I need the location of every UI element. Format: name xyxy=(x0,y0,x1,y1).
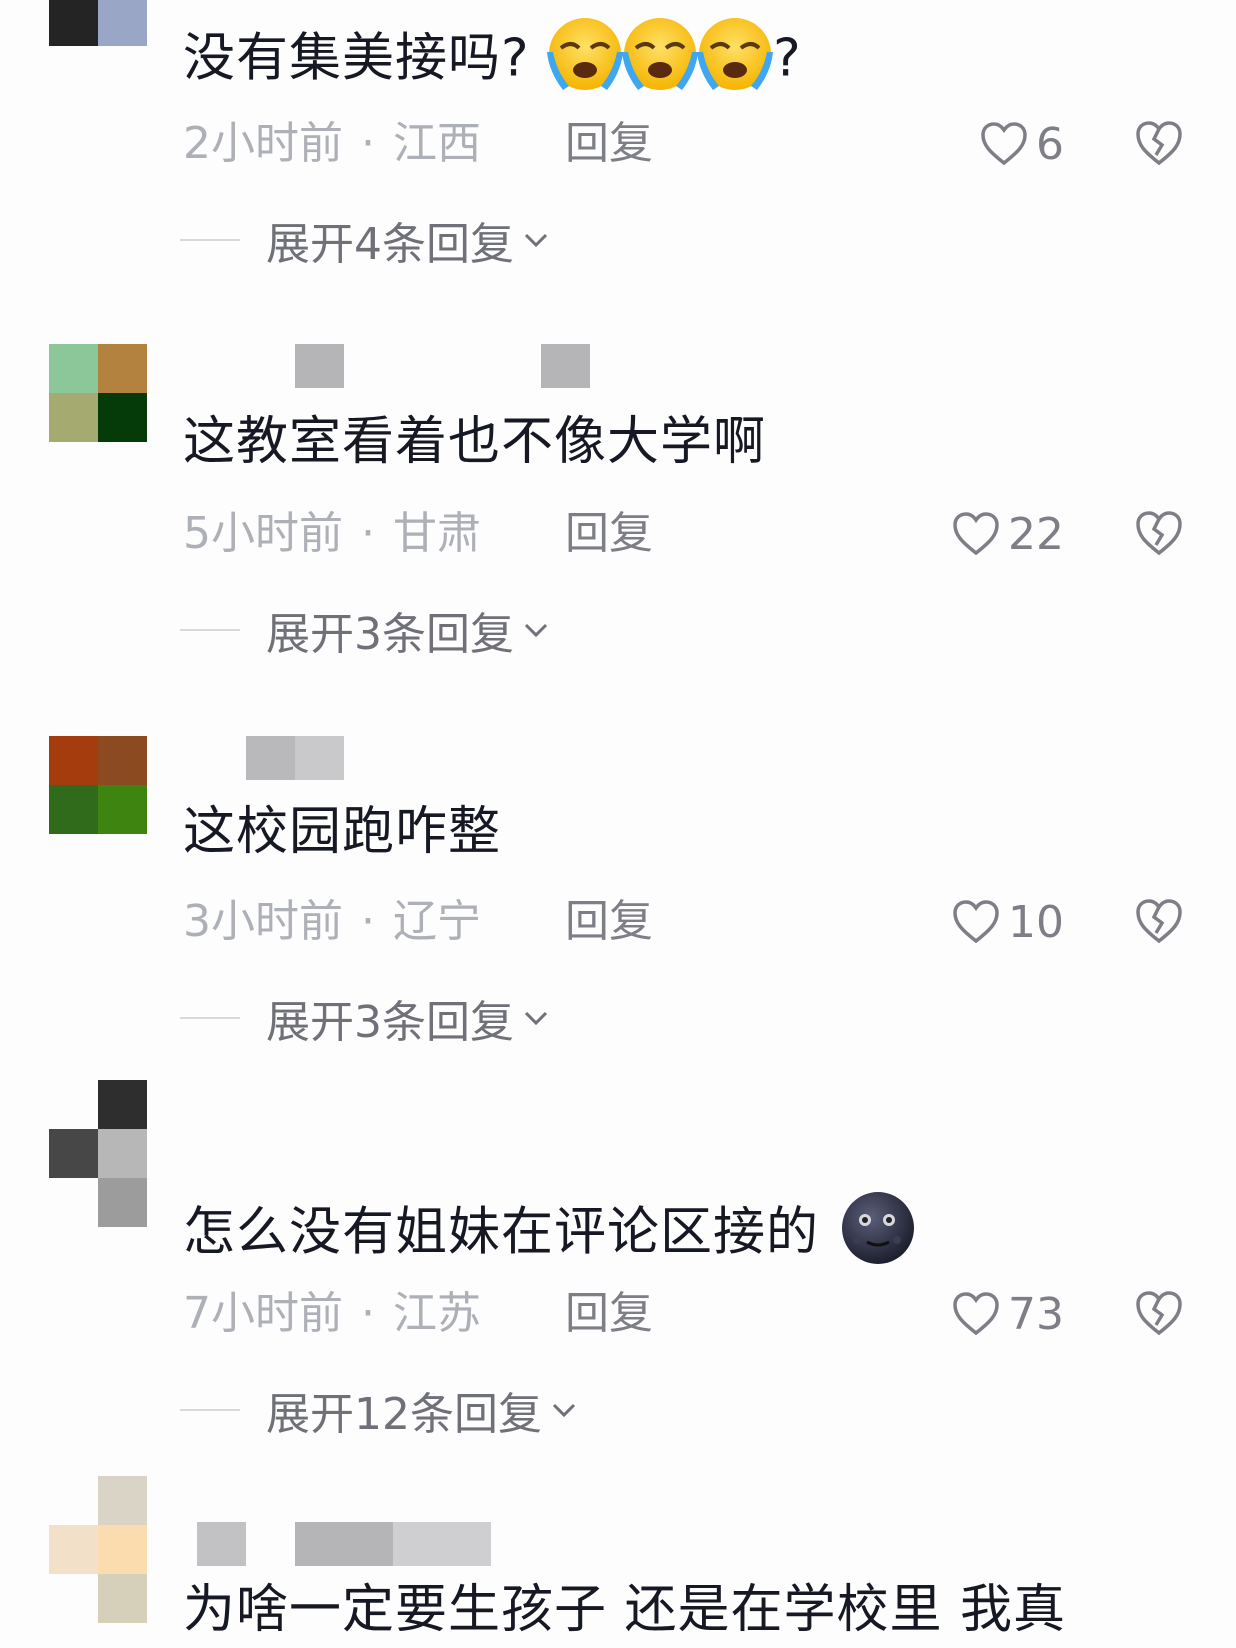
expand-replies-label: 展开4条回复 xyxy=(266,219,514,270)
comment-location: 甘肃 xyxy=(393,508,481,559)
comment-text: 这教室看着也不像大学啊 xyxy=(183,412,767,472)
expand-replies-button[interactable]: 展开3条回复 xyxy=(180,602,552,660)
broken-heart-icon xyxy=(1136,1291,1182,1336)
heart-icon xyxy=(953,1292,999,1336)
comment-meta: 3小时前 · 辽宁 xyxy=(183,896,481,947)
comment-text: 没有集美接吗? ? xyxy=(183,16,802,107)
comment-text: 怎么没有姐妹在评论区接的 xyxy=(183,1190,919,1281)
username[interactable] xyxy=(295,344,595,388)
comment-location: 江西 xyxy=(393,118,481,169)
username[interactable] xyxy=(197,1522,497,1566)
like-button[interactable]: 73 xyxy=(952,1286,1064,1342)
expand-replies-label: 展开3条回复 xyxy=(266,997,514,1048)
comment-time: 5小时前 xyxy=(183,508,343,559)
avatar[interactable] xyxy=(49,1080,147,1227)
avatar[interactable] xyxy=(49,0,147,46)
expand-replies-button[interactable]: 展开12条回复 xyxy=(180,1382,580,1440)
heart-icon xyxy=(981,122,1027,166)
like-button[interactable]: 6 xyxy=(980,116,1064,172)
new-moon-face-icon xyxy=(837,1190,919,1281)
chevron-down-icon xyxy=(524,1011,548,1026)
dislike-button[interactable] xyxy=(1134,897,1184,947)
broken-heart-icon xyxy=(1136,899,1182,944)
heart-icon xyxy=(953,512,999,556)
chevron-down-icon xyxy=(552,1403,576,1418)
comment-location: 辽宁 xyxy=(393,896,481,947)
reply-button[interactable]: 回复 xyxy=(565,1286,653,1342)
like-count: 73 xyxy=(1008,1288,1064,1340)
comment-time: 3小时前 xyxy=(183,896,343,947)
expand-replies-button[interactable]: 展开4条回复 xyxy=(180,212,552,270)
divider xyxy=(180,239,240,241)
comment-time: 2小时前 xyxy=(183,118,343,169)
reply-button[interactable]: 回复 xyxy=(565,894,653,950)
expand-replies-button[interactable]: 展开3条回复 xyxy=(180,990,552,1048)
avatar[interactable] xyxy=(49,344,147,442)
comment-text: 这校园跑咋整 xyxy=(183,802,502,862)
heart-icon xyxy=(953,900,999,944)
comment-time: 7小时前 xyxy=(183,1288,343,1339)
comment-meta: 5小时前 · 甘肃 xyxy=(183,508,481,559)
reply-button[interactable]: 回复 xyxy=(565,506,653,562)
dislike-button[interactable] xyxy=(1134,1289,1184,1339)
expand-replies-label: 展开3条回复 xyxy=(266,609,514,660)
broken-heart-icon xyxy=(1136,511,1182,556)
expand-replies-label: 展开12条回复 xyxy=(266,1389,542,1440)
chevron-down-icon xyxy=(524,233,548,248)
comment-location: 江苏 xyxy=(393,1288,481,1339)
dislike-button[interactable] xyxy=(1134,119,1184,169)
reply-button[interactable]: 回复 xyxy=(565,116,653,172)
comment-text: 为啥一定要生孩子 还是在学校里 我真 xyxy=(183,1580,1067,1640)
comment-meta: 7小时前 · 江苏 xyxy=(183,1288,481,1339)
like-button[interactable]: 10 xyxy=(952,894,1064,950)
divider xyxy=(180,1409,240,1411)
avatar[interactable] xyxy=(49,736,147,834)
avatar[interactable] xyxy=(49,1476,147,1623)
chevron-down-icon xyxy=(524,623,548,638)
like-count: 6 xyxy=(1036,118,1064,170)
comment-meta: 2小时前 · 江西 xyxy=(183,118,481,169)
like-count: 10 xyxy=(1008,896,1064,948)
like-button[interactable]: 22 xyxy=(952,506,1064,562)
divider xyxy=(180,629,240,631)
divider xyxy=(180,1017,240,1019)
like-count: 22 xyxy=(1008,508,1064,560)
crying-face-icon xyxy=(547,16,774,107)
broken-heart-icon xyxy=(1136,121,1182,166)
username[interactable] xyxy=(246,736,396,780)
dislike-button[interactable] xyxy=(1134,509,1184,559)
